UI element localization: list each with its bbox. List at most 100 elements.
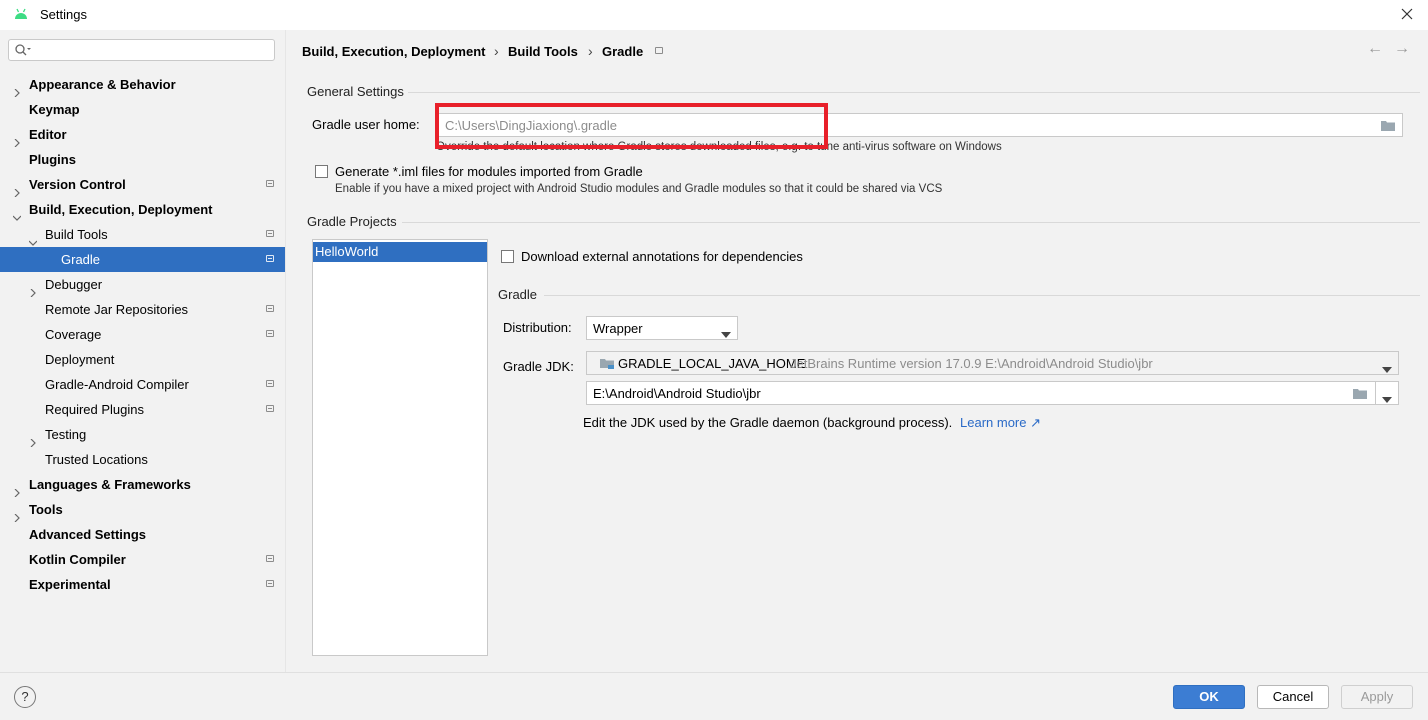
- sidebar-item[interactable]: Editor: [0, 122, 285, 148]
- project-scope-icon: [266, 305, 274, 312]
- sidebar-item[interactable]: Testing: [0, 422, 285, 448]
- distribution-value: Wrapper: [593, 321, 643, 336]
- dialog-footer: ? OK Cancel Apply: [0, 672, 1428, 720]
- sidebar-item-label: Gradle-Android Compiler: [45, 377, 189, 392]
- sidebar-item[interactable]: Tools: [0, 497, 285, 523]
- window-title: Settings: [40, 7, 87, 22]
- title-bar: Settings: [0, 0, 1428, 30]
- jdk-folder-icon: [599, 356, 615, 373]
- sidebar-item-label: Version Control: [29, 177, 126, 192]
- gradle-jdk-select[interactable]: GRADLE_LOCAL_JAVA_HOME JetBrains Runtime…: [586, 351, 1399, 375]
- sidebar-item[interactable]: Debugger: [0, 272, 285, 298]
- chevron-right-icon[interactable]: [29, 280, 37, 298]
- chevron-right-icon[interactable]: [29, 430, 37, 448]
- forward-arrow-icon[interactable]: →: [1394, 40, 1410, 58]
- gradle-user-home-label: Gradle user home:: [312, 117, 420, 132]
- cancel-button[interactable]: Cancel: [1257, 685, 1329, 709]
- general-settings-title: General Settings: [307, 84, 404, 99]
- learn-more-link[interactable]: Learn more ↗: [960, 415, 1041, 431]
- project-scope-icon: [266, 180, 274, 187]
- sidebar-item[interactable]: Advanced Settings: [0, 522, 285, 547]
- sidebar-item-label: Coverage: [45, 327, 102, 342]
- chevron-down-icon[interactable]: [28, 230, 38, 246]
- sidebar-item-label: Remote Jar Repositories: [45, 302, 189, 317]
- gradle-section-title: Gradle: [498, 287, 538, 302]
- breadcrumb-item[interactable]: Build, Execution, Deployment: [302, 44, 485, 59]
- project-scope-icon: [266, 330, 274, 337]
- gradle-projects-list: HelloWorld: [312, 239, 488, 656]
- sidebar-item-label: Appearance & Behavior: [29, 77, 176, 92]
- sidebar-item[interactable]: Version Control: [0, 172, 285, 198]
- divider: [544, 295, 1420, 296]
- download-annotations-label[interactable]: Download external annotations for depend…: [521, 249, 803, 264]
- jdk-detail: JetBrains Runtime version 17.0.9 E:\Andr…: [790, 356, 1153, 371]
- dropdown-arrow-icon: [721, 326, 731, 341]
- sidebar-item-label: Experimental: [29, 577, 111, 592]
- sidebar-item[interactable]: Appearance & Behavior: [0, 72, 285, 98]
- android-icon: [14, 8, 28, 23]
- sidebar-item-label: Tools: [29, 502, 63, 517]
- jdk-path-value: E:\Android\Android Studio\jbr: [593, 386, 761, 401]
- chevron-right-icon[interactable]: [13, 130, 21, 148]
- project-scope-icon: [655, 47, 663, 54]
- sidebar-item[interactable]: Experimental: [0, 572, 285, 597]
- sidebar-item[interactable]: Coverage: [0, 322, 285, 347]
- project-scope-icon: [266, 380, 274, 387]
- chevron-right-icon[interactable]: [13, 480, 21, 498]
- back-arrow-icon[interactable]: ←: [1367, 40, 1383, 58]
- sidebar-item-label: Kotlin Compiler: [29, 552, 126, 567]
- sidebar-item[interactable]: Build, Execution, Deployment: [0, 197, 285, 222]
- distribution-select[interactable]: Wrapper: [586, 316, 738, 340]
- generate-iml-checkbox[interactable]: [315, 165, 328, 178]
- project-scope-icon: [266, 405, 274, 412]
- sidebar-item-label: Editor: [29, 127, 67, 142]
- chevron-right-icon[interactable]: [13, 180, 21, 198]
- project-scope-icon: [266, 580, 274, 587]
- sidebar-item-label: Trusted Locations: [45, 452, 148, 467]
- search-input[interactable]: [8, 39, 275, 61]
- generate-iml-label[interactable]: Generate *.iml files for modules importe…: [335, 164, 643, 179]
- sidebar-item[interactable]: Required Plugins: [0, 397, 285, 422]
- gradle-projects-title: Gradle Projects: [307, 214, 397, 229]
- generate-iml-hint: Enable if you have a mixed project with …: [335, 183, 943, 195]
- apply-button[interactable]: Apply: [1341, 685, 1413, 709]
- sidebar-item[interactable]: Languages & Frameworks: [0, 472, 285, 498]
- project-name: HelloWorld: [315, 244, 379, 259]
- sidebar-item[interactable]: Deployment: [0, 347, 285, 372]
- sidebar-item-label: Plugins: [29, 152, 76, 167]
- sidebar-item[interactable]: Plugins: [0, 147, 285, 172]
- breadcrumb-separator: ›: [588, 43, 593, 59]
- ok-button[interactable]: OK: [1173, 685, 1245, 709]
- list-item[interactable]: HelloWorld: [313, 242, 487, 262]
- divider: [408, 92, 1420, 93]
- sidebar-item[interactable]: Gradle-Android Compiler: [0, 372, 285, 397]
- chevron-right-icon[interactable]: [13, 80, 21, 98]
- sidebar-item[interactable]: Remote Jar Repositories: [0, 297, 285, 322]
- settings-sidebar: Appearance & Behavior Keymap Editor Plugins…: [0, 30, 286, 672]
- sidebar-item[interactable]: Kotlin Compiler: [0, 547, 285, 572]
- search-icon: [14, 43, 32, 60]
- help-icon[interactable]: ?: [14, 686, 36, 708]
- chevron-down-icon[interactable]: [12, 205, 22, 221]
- breadcrumb-item[interactable]: Build Tools: [508, 44, 578, 59]
- highlight-box: [435, 103, 828, 149]
- sidebar-item-label: Languages & Frameworks: [29, 477, 191, 492]
- folder-icon[interactable]: [1380, 118, 1396, 135]
- sidebar-item-label: Advanced Settings: [29, 527, 147, 542]
- gradle-jdk-label: Gradle JDK:: [503, 359, 574, 374]
- jdk-path-field[interactable]: E:\Android\Android Studio\jbr: [586, 381, 1399, 405]
- dropdown-arrow-icon[interactable]: [1382, 391, 1392, 406]
- folder-icon[interactable]: [1352, 386, 1368, 403]
- chevron-right-icon[interactable]: [13, 505, 21, 523]
- divider: [1375, 382, 1376, 404]
- sidebar-item[interactable]: Trusted Locations: [0, 447, 285, 472]
- sidebar-item[interactable]: Keymap: [0, 97, 285, 122]
- sidebar-item[interactable]: Gradle: [0, 247, 285, 272]
- close-icon[interactable]: [1398, 5, 1416, 23]
- sidebar-item-label: Build, Execution, Deployment: [29, 202, 213, 217]
- sidebar-item[interactable]: Build Tools: [0, 222, 285, 247]
- sidebar-item-label: Testing: [45, 427, 87, 442]
- download-annotations-checkbox[interactable]: [501, 250, 514, 263]
- sidebar-item-label: Deployment: [45, 352, 115, 367]
- jdk-name: GRADLE_LOCAL_JAVA_HOME: [618, 356, 806, 371]
